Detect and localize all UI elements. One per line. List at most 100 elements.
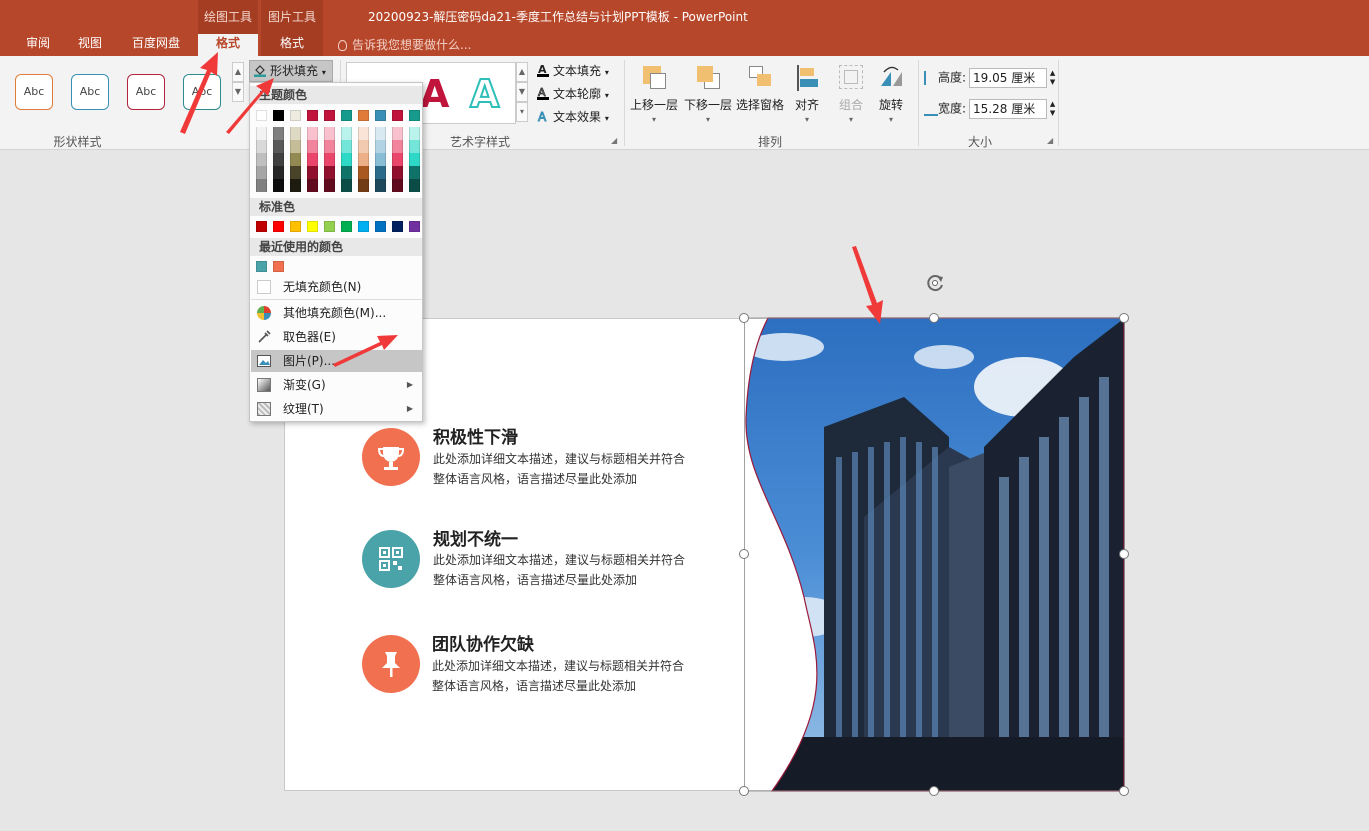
theme-color-shade-swatch[interactable]	[324, 179, 335, 192]
standard-color-swatch[interactable]	[307, 221, 318, 232]
standard-color-swatch[interactable]	[375, 221, 386, 232]
shape-style-2[interactable]: Abc	[71, 74, 109, 110]
theme-color-shade-swatch[interactable]	[290, 179, 301, 192]
theme-color-shade-swatch[interactable]	[273, 179, 284, 192]
standard-color-swatch[interactable]	[256, 221, 267, 232]
selected-picture-shape[interactable]	[744, 317, 1126, 793]
more-fill-colors-option[interactable]: 其他填充颜色(M)...	[251, 302, 422, 324]
shape-style-1[interactable]: Abc	[15, 74, 53, 110]
theme-color-shade-swatch[interactable]	[307, 166, 318, 179]
resize-handle-bottom-left[interactable]	[739, 786, 749, 796]
shape-style-3[interactable]: Abc	[127, 74, 165, 110]
theme-color-shade-swatch[interactable]	[358, 140, 369, 153]
theme-color-swatch[interactable]	[256, 110, 267, 121]
theme-color-swatch[interactable]	[409, 110, 420, 121]
width-input[interactable]: 15.28 厘米	[969, 99, 1048, 119]
theme-color-shade-swatch[interactable]	[290, 153, 301, 166]
theme-color-shade-swatch[interactable]	[358, 153, 369, 166]
standard-color-swatch[interactable]	[409, 221, 420, 232]
item-2-desc[interactable]: 此处添加详细文本描述，建议与标题相关并符合整体语言风格，语言描述尽量此处添加	[433, 550, 693, 590]
send-backward-button[interactable]: 下移一层 ▾	[682, 62, 734, 132]
tab-review[interactable]: 审阅	[18, 34, 58, 56]
theme-color-shade-swatch[interactable]	[324, 153, 335, 166]
bring-forward-button[interactable]: 上移一层 ▾	[628, 62, 680, 132]
standard-color-swatch[interactable]	[392, 221, 403, 232]
theme-color-shade-swatch[interactable]	[375, 153, 386, 166]
rotate-button[interactable]: 旋转 ▾	[866, 62, 916, 132]
tell-me-search[interactable]: 告诉我您想要做什么...	[338, 36, 471, 53]
theme-color-swatch[interactable]	[290, 110, 301, 121]
theme-color-shade-swatch[interactable]	[375, 179, 386, 192]
theme-color-shade-swatch[interactable]	[273, 166, 284, 179]
resize-handle-right[interactable]	[1119, 549, 1129, 559]
theme-color-shade-swatch[interactable]	[341, 140, 352, 153]
tab-drawing-format[interactable]: 格式	[198, 34, 258, 56]
theme-color-shade-swatch[interactable]	[392, 153, 403, 166]
gallery-scroll-up[interactable]: ▲	[232, 62, 244, 82]
item-1-desc[interactable]: 此处添加详细文本描述，建议与标题相关并符合整体语言风格，语言描述尽量此处添加	[433, 449, 693, 489]
wordart-scroll-down[interactable]: ▼	[516, 82, 528, 102]
theme-color-shade-swatch[interactable]	[273, 140, 284, 153]
theme-color-swatch[interactable]	[375, 110, 386, 121]
theme-color-shade-swatch[interactable]	[409, 153, 420, 166]
wordart-style-red[interactable]: A	[420, 72, 449, 116]
eyedropper-option[interactable]: 取色器(E)	[251, 326, 422, 348]
theme-color-shade-swatch[interactable]	[290, 166, 301, 179]
theme-color-shade-swatch[interactable]	[307, 179, 318, 192]
resize-handle-top-left[interactable]	[739, 313, 749, 323]
theme-color-shade-swatch[interactable]	[341, 127, 352, 140]
theme-color-shade-swatch[interactable]	[358, 179, 369, 192]
resize-handle-bottom[interactable]	[929, 786, 939, 796]
theme-color-shade-swatch[interactable]	[290, 127, 301, 140]
theme-color-shade-swatch[interactable]	[307, 140, 318, 153]
standard-color-swatch[interactable]	[358, 221, 369, 232]
size-dialog-launcher[interactable]: ◢	[1047, 136, 1053, 145]
rotate-handle-icon[interactable]	[924, 272, 946, 294]
resize-handle-left[interactable]	[739, 549, 749, 559]
theme-color-shade-swatch[interactable]	[324, 127, 335, 140]
item-2-title[interactable]: 规划不统一	[433, 525, 518, 550]
wordart-style-teal[interactable]: A	[469, 71, 500, 117]
theme-color-shade-swatch[interactable]	[409, 166, 420, 179]
theme-color-shade-swatch[interactable]	[324, 140, 335, 153]
gallery-scroll-down[interactable]: ▼	[232, 82, 244, 102]
no-fill-option[interactable]: 无填充颜色(N)	[251, 276, 422, 298]
text-outline-button[interactable]: A 文本轮廓 ▾	[536, 85, 609, 102]
gradient-option[interactable]: 渐变(G) ▶	[251, 374, 422, 396]
theme-color-shade-swatch[interactable]	[392, 140, 403, 153]
standard-color-swatch[interactable]	[290, 221, 301, 232]
resize-handle-top[interactable]	[929, 313, 939, 323]
theme-color-shade-swatch[interactable]	[307, 153, 318, 166]
wordart-scroll-up[interactable]: ▲	[516, 62, 528, 82]
theme-color-shade-swatch[interactable]	[358, 127, 369, 140]
theme-color-shade-swatch[interactable]	[409, 179, 420, 192]
text-fill-button[interactable]: A 文本填充 ▾	[536, 62, 609, 79]
wordart-more[interactable]: ▾	[516, 102, 528, 122]
width-spinner[interactable]: ▲ ▼	[1047, 100, 1058, 118]
theme-color-shade-swatch[interactable]	[324, 166, 335, 179]
resize-handle-top-right[interactable]	[1119, 313, 1129, 323]
theme-color-shade-swatch[interactable]	[256, 140, 267, 153]
theme-color-swatch[interactable]	[358, 110, 369, 121]
theme-color-shade-swatch[interactable]	[409, 127, 420, 140]
texture-option[interactable]: 纹理(T) ▶	[251, 398, 422, 420]
wordart-dialog-launcher[interactable]: ◢	[611, 136, 617, 145]
align-button[interactable]: 对齐 ▾	[782, 62, 832, 132]
theme-color-shade-swatch[interactable]	[392, 179, 403, 192]
theme-color-swatch[interactable]	[273, 110, 284, 121]
theme-color-shade-swatch[interactable]	[375, 127, 386, 140]
picture-fill-option[interactable]: 图片(P)...	[251, 350, 422, 372]
theme-color-shade-swatch[interactable]	[290, 140, 301, 153]
standard-color-swatch[interactable]	[324, 221, 335, 232]
recent-color-swatch[interactable]	[273, 261, 284, 272]
shape-style-4[interactable]: Abc	[183, 74, 221, 110]
height-spinner[interactable]: ▲ ▼	[1047, 69, 1058, 87]
shape-fill-button[interactable]: 形状填充 ▾	[249, 60, 333, 82]
theme-color-shade-swatch[interactable]	[256, 127, 267, 140]
item-1-title[interactable]: 积极性下滑	[433, 423, 518, 448]
theme-color-shade-swatch[interactable]	[375, 140, 386, 153]
standard-color-swatch[interactable]	[273, 221, 284, 232]
item-3-title[interactable]: 团队协作欠缺	[432, 630, 534, 655]
theme-color-shade-swatch[interactable]	[256, 166, 267, 179]
theme-color-shade-swatch[interactable]	[273, 153, 284, 166]
